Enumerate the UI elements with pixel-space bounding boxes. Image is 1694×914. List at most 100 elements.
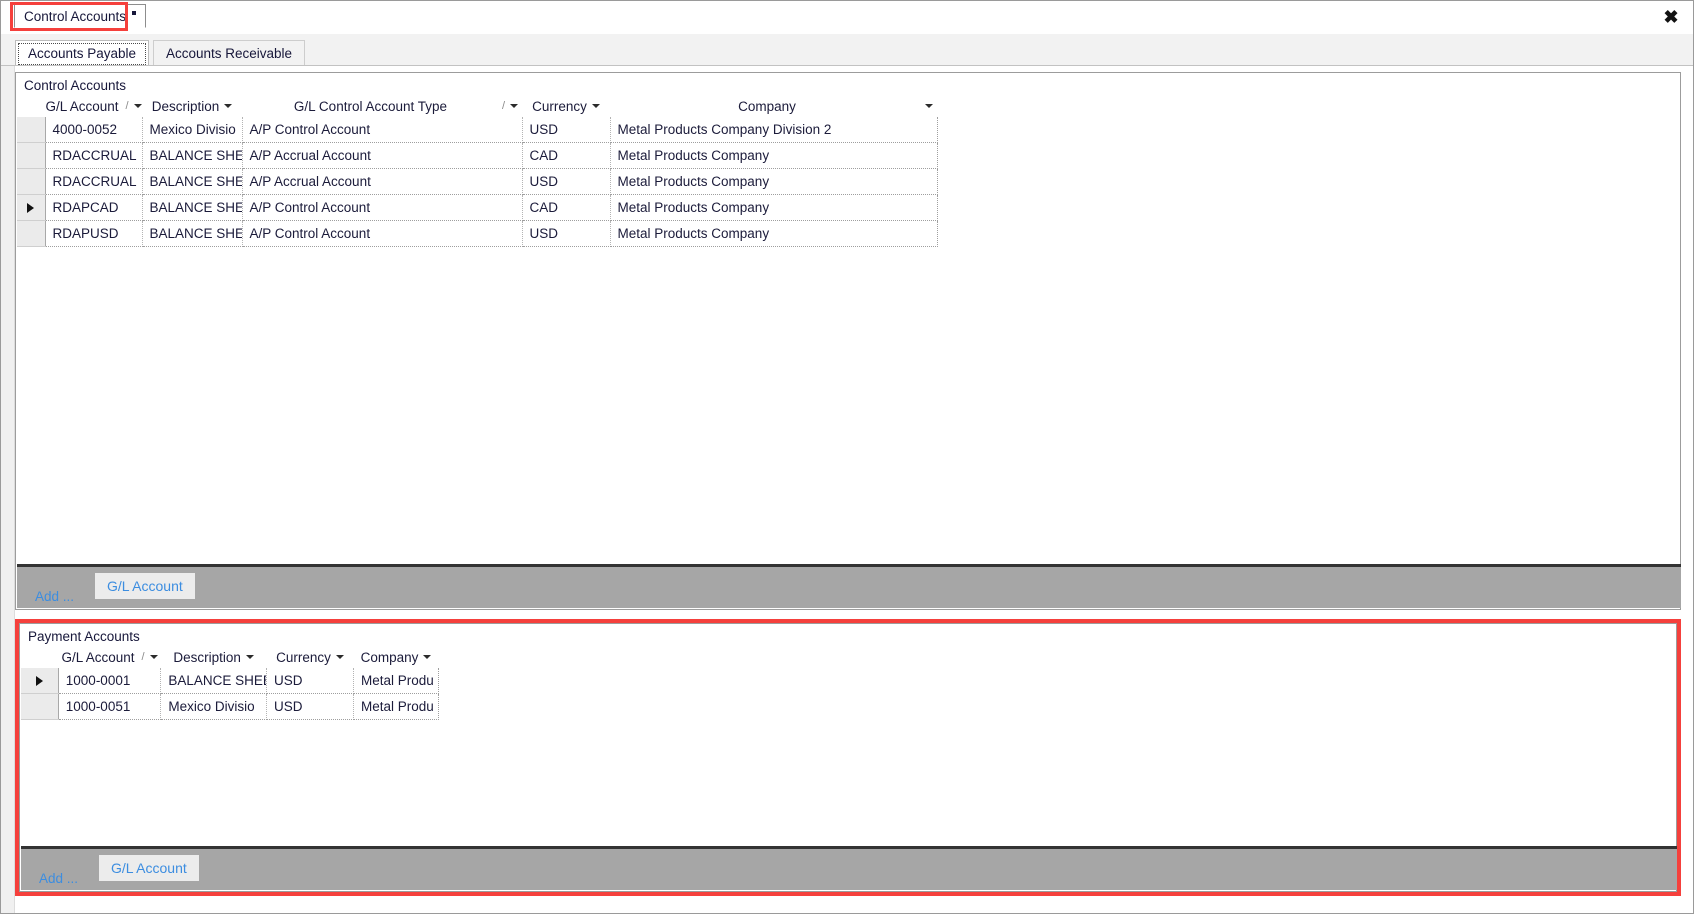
chevron-down-icon[interactable] xyxy=(149,655,158,659)
tabstrip: Accounts Payable Accounts Receivable xyxy=(1,34,1693,66)
window-tab-control-accounts[interactable]: Control Accounts xyxy=(14,4,147,28)
control-accounts-header-row: G/L Account / Description G/L Control Ac… xyxy=(17,95,937,117)
col-header-company-label: Company xyxy=(738,98,796,114)
table-row[interactable]: RDAPUSD BALANCE SHEE A/P Control Account… xyxy=(17,220,938,247)
cell-description[interactable]: BALANCE SHEE xyxy=(142,142,243,169)
row-indicator-selected[interactable] xyxy=(17,194,46,221)
col-header-company-label: Company xyxy=(360,649,419,665)
col-header-account-type-label: G/L Control Account Type xyxy=(293,98,448,114)
cell-company[interactable]: Metal Produ xyxy=(353,693,439,720)
window-titlebar: Control Accounts ✖ xyxy=(1,1,1693,35)
chevron-down-icon[interactable] xyxy=(133,104,142,108)
table-row[interactable]: 1000-0001 BALANCE SHEE USD Metal Produ xyxy=(21,668,439,694)
cell-description[interactable]: BALANCE SHEE xyxy=(160,668,267,694)
tab-accounts-receivable[interactable]: Accounts Receivable xyxy=(153,40,306,66)
cell-gl-account[interactable]: RDAPUSD xyxy=(45,220,143,247)
cell-gl-account[interactable]: 1000-0001 xyxy=(58,668,162,694)
col-header-company[interactable]: Company xyxy=(353,646,439,668)
col-header-description[interactable]: Description xyxy=(160,646,267,668)
chevron-down-icon[interactable] xyxy=(224,104,233,108)
add-link[interactable]: Add ... xyxy=(35,589,74,604)
modified-indicator-icon xyxy=(132,10,137,15)
col-header-description-label: Description xyxy=(151,98,220,114)
cell-currency[interactable]: USD xyxy=(266,668,355,694)
cell-description[interactable]: Mexico Divisio xyxy=(160,693,267,720)
cell-gl-account[interactable]: RDACCRUAL xyxy=(45,142,143,169)
cell-currency[interactable]: CAD xyxy=(522,194,611,221)
control-accounts-window: Control Accounts ✖ Accounts Payable Acco… xyxy=(0,0,1694,914)
control-accounts-title: Control Accounts xyxy=(24,78,127,93)
row-indicator[interactable] xyxy=(17,142,46,169)
cell-company[interactable]: Metal Produ xyxy=(353,668,439,694)
cell-gl-account[interactable]: 1000-0051 xyxy=(58,693,162,720)
close-icon[interactable]: ✖ xyxy=(1659,5,1683,29)
cell-gl-account[interactable]: RDACCRUAL xyxy=(45,168,143,195)
chevron-down-icon[interactable] xyxy=(591,104,600,108)
tab-accounts-payable-label: Accounts Payable xyxy=(28,45,137,61)
col-header-gl-account-label: G/L Account xyxy=(45,98,119,114)
payment-accounts-panel: Payment Accounts G/L Account / Descripti… xyxy=(19,623,1677,892)
row-indicator-header xyxy=(17,95,45,117)
payment-accounts-grid[interactable]: G/L Account / Description Currency Compa… xyxy=(21,646,439,720)
cell-account-type[interactable]: A/P Control Account xyxy=(242,220,523,247)
row-indicator-header xyxy=(21,646,59,668)
window-tab-label: Control Accounts xyxy=(24,8,127,24)
cell-description[interactable]: BALANCE SHEE xyxy=(142,194,243,221)
col-header-gl-account[interactable]: G/L Account / xyxy=(58,646,161,668)
row-indicator-selected[interactable] xyxy=(21,668,59,694)
cell-account-type[interactable]: A/P Accrual Account xyxy=(242,142,523,169)
cell-description[interactable]: BALANCE SHEE xyxy=(142,168,243,195)
col-header-currency[interactable]: Currency xyxy=(266,646,354,668)
cell-company[interactable]: Metal Products Company xyxy=(610,168,938,195)
table-row[interactable]: 4000-0052 Mexico Divisio A/P Control Acc… xyxy=(17,117,938,143)
payment-accounts-title: Payment Accounts xyxy=(28,629,140,644)
cell-currency[interactable]: CAD xyxy=(522,142,611,169)
col-header-gl-account-label: G/L Account xyxy=(61,649,135,665)
row-indicator[interactable] xyxy=(17,117,46,143)
cell-company[interactable]: Metal Products Company xyxy=(610,220,938,247)
col-header-gl-account[interactable]: G/L Account / xyxy=(45,95,142,117)
col-header-description[interactable]: Description xyxy=(142,95,242,117)
table-row[interactable]: 1000-0051 Mexico Divisio USD Metal Produ xyxy=(21,693,439,720)
row-indicator[interactable] xyxy=(17,220,46,247)
control-accounts-grid[interactable]: G/L Account / Description G/L Control Ac… xyxy=(17,95,938,247)
col-header-currency-label: Currency xyxy=(276,649,331,665)
col-header-account-type[interactable]: G/L Control Account Type / xyxy=(242,95,522,117)
chevron-down-icon[interactable] xyxy=(925,104,933,108)
cell-currency[interactable]: USD xyxy=(266,693,355,720)
cell-gl-account[interactable]: RDAPCAD xyxy=(45,194,143,221)
table-row[interactable]: RDAPCAD BALANCE SHEE A/P Control Account… xyxy=(17,194,938,221)
chevron-down-icon[interactable] xyxy=(335,655,344,659)
cell-account-type[interactable]: A/P Control Account xyxy=(242,117,523,143)
sort-indicator-icon: / xyxy=(125,100,129,112)
cell-currency[interactable]: USD xyxy=(522,220,611,247)
sort-indicator-icon: / xyxy=(501,100,505,112)
cell-account-type[interactable]: A/P Accrual Account xyxy=(242,168,523,195)
add-gl-account-button[interactable]: G/L Account xyxy=(95,573,195,599)
text-cursor xyxy=(125,5,126,27)
cell-company[interactable]: Metal Products Company xyxy=(610,194,938,221)
tab-accounts-receivable-label: Accounts Receivable xyxy=(166,45,293,61)
col-header-description-label: Description xyxy=(173,649,241,665)
row-selected-arrow-icon xyxy=(27,203,35,214)
col-header-company[interactable]: Company xyxy=(610,95,937,117)
table-row[interactable]: RDACCRUAL BALANCE SHEE A/P Accrual Accou… xyxy=(17,142,938,169)
chevron-down-icon[interactable] xyxy=(510,104,518,108)
tab-accounts-payable[interactable]: Accounts Payable xyxy=(15,40,150,66)
cell-gl-account[interactable]: 4000-0052 xyxy=(45,117,143,143)
chevron-down-icon[interactable] xyxy=(245,655,254,659)
table-row[interactable]: RDACCRUAL BALANCE SHEE A/P Accrual Accou… xyxy=(17,168,938,195)
add-gl-account-button[interactable]: G/L Account xyxy=(99,855,199,881)
chevron-down-icon[interactable] xyxy=(423,655,432,659)
cell-company[interactable]: Metal Products Company Division 2 xyxy=(610,117,938,143)
row-indicator[interactable] xyxy=(17,168,46,195)
cell-description[interactable]: BALANCE SHEE xyxy=(142,220,243,247)
cell-currency[interactable]: USD xyxy=(522,168,611,195)
add-link[interactable]: Add ... xyxy=(39,871,78,886)
cell-currency[interactable]: USD xyxy=(522,117,611,143)
cell-company[interactable]: Metal Products Company xyxy=(610,142,938,169)
cell-account-type[interactable]: A/P Control Account xyxy=(242,194,523,221)
row-indicator[interactable] xyxy=(21,693,59,720)
cell-description[interactable]: Mexico Divisio xyxy=(142,117,243,143)
col-header-currency[interactable]: Currency xyxy=(522,95,610,117)
